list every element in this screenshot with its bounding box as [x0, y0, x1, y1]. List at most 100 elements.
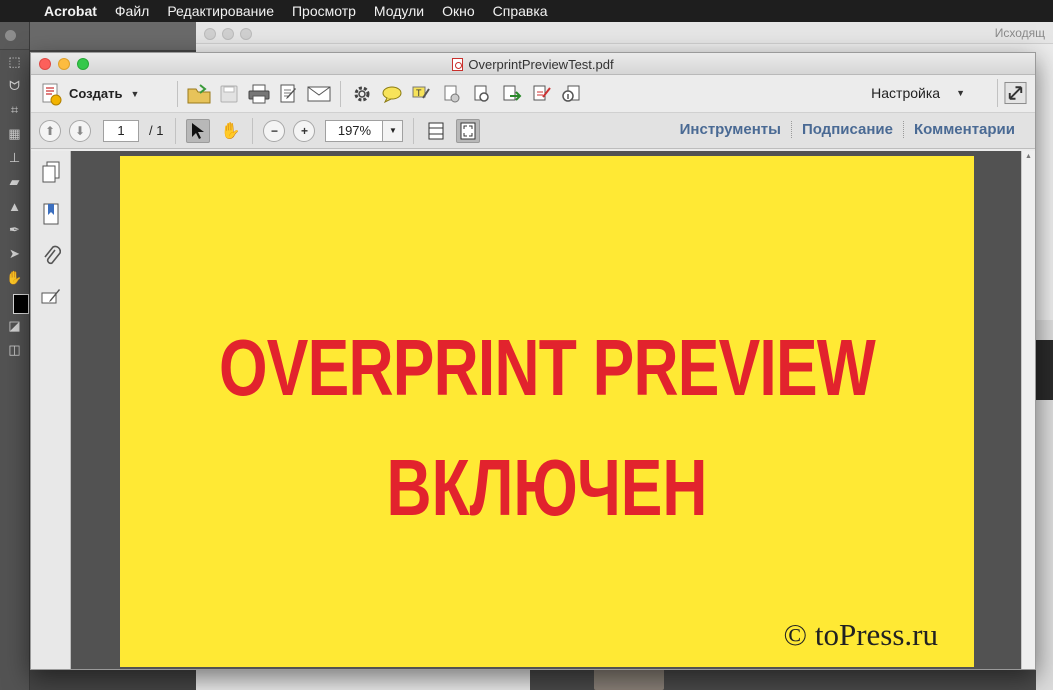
- open-button[interactable]: [184, 80, 214, 108]
- background-close-button[interactable]: [204, 28, 216, 40]
- main-toolbar: Создать ▼ T Настройка ▼: [31, 75, 1035, 113]
- menu-edit[interactable]: Редактирование: [158, 3, 283, 19]
- page-thumbnails-button[interactable]: [31, 151, 70, 193]
- background-app-strip: [30, 22, 196, 50]
- customize-label: Настройка: [871, 85, 941, 101]
- lasso-tool-icon[interactable]: ᗢ: [0, 74, 29, 98]
- toolbar-divider: [177, 80, 178, 107]
- signatures-button[interactable]: [31, 277, 70, 319]
- comment-bubble-icon: [382, 86, 402, 103]
- gear-icon: [354, 86, 370, 101]
- window-title-text: OverprintPreviewTest.pdf: [468, 57, 614, 72]
- create-pdf-icon: [42, 83, 62, 105]
- swap-colors-icon[interactable]: ◪: [0, 314, 29, 338]
- sharpen-tool-icon[interactable]: ▲: [0, 194, 29, 218]
- fit-page-icon: [460, 122, 476, 139]
- selection-tool-icon[interactable]: ➤: [0, 242, 29, 266]
- create-button[interactable]: Создать ▼: [31, 80, 171, 108]
- protect-button[interactable]: [467, 80, 497, 108]
- expand-icon: [1004, 81, 1027, 105]
- marquee-tool-icon[interactable]: ⬚: [0, 50, 29, 74]
- background-tools-panel: ⬚ ᗢ ⌗ ▦ ⊥ ▰ ▲ ✒ ➤ ✋ ◪ ◫: [0, 22, 30, 690]
- background-minimize-button[interactable]: [222, 28, 234, 40]
- pdf-page: OVERPRINT PREVIEW ВКЛЮЧЕН © toPress.ru: [120, 156, 974, 667]
- print-button[interactable]: [244, 80, 274, 108]
- color-swatch[interactable]: [13, 294, 29, 314]
- zoom-value[interactable]: 197%: [325, 119, 384, 142]
- open-folder-icon: [187, 83, 211, 103]
- background-zoom-button[interactable]: [240, 28, 252, 40]
- pen-tool-icon[interactable]: ✒: [0, 218, 29, 242]
- tools-panel-titlebar: [0, 22, 29, 50]
- background-panel-band: [1036, 340, 1053, 400]
- chevron-down-icon[interactable]: ▼: [383, 119, 404, 142]
- highlight-text-button[interactable]: T: [407, 80, 437, 108]
- tab-comments[interactable]: Комментарии: [902, 121, 1025, 138]
- menu-bar: Acrobat Файл Редактирование Просмотр Мод…: [0, 0, 1053, 22]
- settings-button[interactable]: [347, 80, 377, 108]
- menu-help[interactable]: Справка: [484, 3, 557, 19]
- quick-mask-icon[interactable]: ◫: [0, 338, 29, 362]
- patch-tool-icon[interactable]: ▦: [0, 122, 29, 146]
- pdf-file-icon: [452, 58, 464, 71]
- menu-window[interactable]: Окно: [433, 3, 484, 19]
- next-page-button[interactable]: ⬇: [69, 119, 91, 142]
- zoom-select[interactable]: 197% ▼: [325, 119, 404, 142]
- customize-dropdown[interactable]: Настройка ▼: [871, 85, 965, 101]
- fit-width-button[interactable]: [424, 119, 448, 143]
- pages-icon: [42, 161, 59, 183]
- edit-document-icon: [280, 84, 296, 102]
- hand-tool-button[interactable]: ✋: [218, 119, 242, 143]
- scroll-up-arrow-icon[interactable]: ▲: [1025, 153, 1032, 160]
- stamp-tool-icon[interactable]: ⊥: [0, 146, 29, 170]
- content-area: OVERPRINT PREVIEW ВКЛЮЧЕН © toPress.ru ▲: [31, 151, 1035, 669]
- zoom-in-button[interactable]: +: [293, 119, 316, 142]
- arrow-down-icon: ⬇: [74, 123, 86, 138]
- acrobat-window: OverprintPreviewTest.pdf Создать ▼ T Нас…: [30, 52, 1036, 670]
- menu-view[interactable]: Просмотр: [283, 3, 365, 19]
- info-button[interactable]: [557, 80, 587, 108]
- tools-close-button[interactable]: [5, 30, 16, 41]
- tab-tools[interactable]: Инструменты: [670, 121, 791, 138]
- toolbar-divider: [413, 117, 415, 144]
- bookmarks-button[interactable]: [31, 193, 70, 235]
- minus-icon: −: [270, 123, 278, 138]
- sign-button[interactable]: [527, 80, 557, 108]
- menu-app-name[interactable]: Acrobat: [34, 3, 106, 19]
- copyright-text: © toPress.ru: [783, 617, 938, 652]
- save-button[interactable]: [214, 80, 244, 108]
- menu-plugins[interactable]: Модули: [365, 3, 433, 19]
- fullscreen-button[interactable]: [997, 79, 1027, 107]
- create-label: Создать: [69, 86, 123, 101]
- tab-sign[interactable]: Подписание: [790, 121, 903, 138]
- bookmark-icon: [43, 203, 58, 225]
- hand-tool-icon[interactable]: ✋: [0, 266, 29, 290]
- export-button[interactable]: [497, 80, 527, 108]
- document-view[interactable]: OVERPRINT PREVIEW ВКЛЮЧЕН © toPress.ru: [71, 151, 1021, 669]
- fit-page-button[interactable]: [456, 118, 481, 143]
- export-arrow-icon: [503, 85, 522, 101]
- previous-page-button[interactable]: ⬆: [39, 119, 61, 142]
- edit-button[interactable]: [274, 80, 304, 108]
- email-button[interactable]: [304, 80, 334, 108]
- chevron-down-icon: ▼: [956, 88, 965, 98]
- eraser-tool-icon[interactable]: ▰: [0, 170, 29, 194]
- svg-text:T: T: [416, 88, 422, 98]
- comment-button[interactable]: [377, 80, 407, 108]
- sign-document-icon: [533, 85, 551, 100]
- crop-tool-icon[interactable]: ⌗: [0, 98, 29, 122]
- background-window-title: Исходящ: [994, 26, 1045, 40]
- zoom-out-button[interactable]: −: [263, 119, 286, 142]
- menu-file[interactable]: Файл: [106, 3, 158, 19]
- background-thumbnail: [594, 668, 664, 690]
- overprint-heading: OVERPRINT PREVIEW: [219, 323, 876, 412]
- page-number-input[interactable]: 1: [103, 119, 139, 142]
- select-tool-button[interactable]: [186, 118, 211, 143]
- attachments-button[interactable]: [31, 235, 70, 277]
- document-lock-icon: [474, 85, 489, 102]
- fit-width-icon: [428, 122, 444, 139]
- vertical-scrollbar[interactable]: ▲: [1021, 151, 1035, 669]
- stamp-button[interactable]: [437, 80, 467, 108]
- plus-icon: +: [300, 123, 308, 138]
- hand-icon: ✋: [220, 122, 241, 140]
